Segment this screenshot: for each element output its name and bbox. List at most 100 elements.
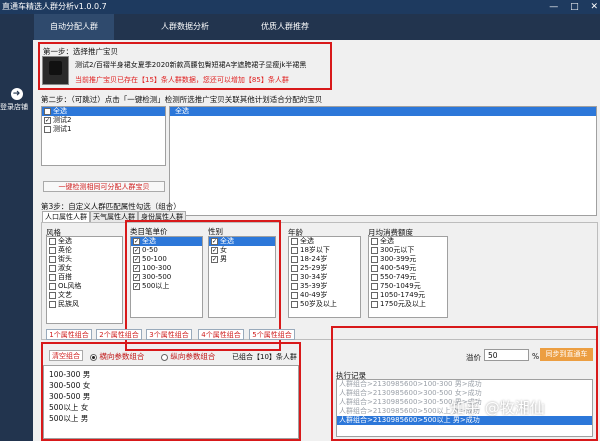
checkbox[interactable]: [49, 292, 56, 299]
checkbox[interactable]: ✓: [133, 274, 140, 281]
tab-population[interactable]: 人口属性人群: [42, 211, 90, 222]
list-item[interactable]: 50岁及以上: [289, 300, 360, 309]
minimize-button[interactable]: —: [549, 2, 558, 12]
checkbox[interactable]: [371, 265, 378, 272]
checkbox[interactable]: [291, 274, 298, 281]
price-list[interactable]: ✓ 全选 ✓ 0-50 ✓ 50-100 ✓ 100-300 ✓ 300-500 ✓ 500…: [130, 236, 203, 318]
checkbox[interactable]: [49, 238, 56, 245]
product-thumbnail[interactable]: [42, 56, 69, 85]
close-button[interactable]: ✕: [590, 2, 598, 12]
age-list[interactable]: 全选 18岁以下 18-24岁 25-29岁 30-34岁 35-39岁 40-…: [288, 236, 361, 318]
radio-horizontal[interactable]: 横向参数组合: [90, 351, 144, 362]
combo-5-button[interactable]: 5个属性组合: [249, 329, 295, 340]
checkbox[interactable]: [291, 256, 298, 263]
sync-to-ztc-button[interactable]: 同步到直通车: [540, 348, 593, 361]
login-store-button[interactable]: ➜ 登录店铺: [0, 88, 33, 111]
checkbox[interactable]: ✓: [211, 256, 218, 263]
bid-input[interactable]: 50: [484, 349, 529, 361]
detect-button[interactable]: 一键检测相同可分配人群宝贝: [43, 181, 165, 192]
list-item[interactable]: ✓ 测试2: [42, 116, 165, 125]
checkbox[interactable]: [371, 292, 378, 299]
gender-list[interactable]: ✓ 全选 ✓ 女 ✓ 男: [208, 236, 276, 318]
checkbox[interactable]: ✓: [133, 238, 140, 245]
list-item[interactable]: OL风格: [47, 282, 122, 291]
list-item[interactable]: ✓ 100-300: [131, 264, 202, 273]
list-item[interactable]: 40-49岁: [289, 291, 360, 300]
checkbox[interactable]: [49, 274, 56, 281]
tab-auto-assign[interactable]: 自动分配人群: [34, 14, 114, 40]
checkbox[interactable]: [371, 301, 378, 308]
combo-3-button[interactable]: 3个属性组合: [146, 329, 192, 340]
checkbox[interactable]: [49, 247, 56, 254]
checkbox[interactable]: ✓: [211, 238, 218, 245]
list-item[interactable]: ✓ 男: [209, 255, 275, 264]
checkbox[interactable]: [49, 265, 56, 272]
checkbox[interactable]: [291, 265, 298, 272]
list-item[interactable]: 全选: [170, 107, 596, 116]
list-item[interactable]: ✓ 50-100: [131, 255, 202, 264]
checkbox[interactable]: ✓: [133, 247, 140, 254]
checkbox[interactable]: [291, 301, 298, 308]
clear-combination-button[interactable]: 清空组合: [49, 350, 83, 361]
list-item[interactable]: 30-34岁: [289, 273, 360, 282]
checkbox[interactable]: [371, 238, 378, 245]
list-item[interactable]: ✓ 全选: [131, 237, 202, 246]
list-item[interactable]: 1750元及以上: [369, 300, 447, 309]
list-item[interactable]: 全选: [289, 237, 360, 246]
checkbox[interactable]: [291, 238, 298, 245]
list-item[interactable]: 300-399元: [369, 255, 447, 264]
list-item[interactable]: 550-749元: [369, 273, 447, 282]
list-item[interactable]: 300元以下: [369, 246, 447, 255]
list-item[interactable]: 全选: [42, 107, 165, 116]
list-item[interactable]: 百搭: [47, 273, 122, 282]
checkbox[interactable]: ✓: [44, 117, 51, 124]
tab-recommend[interactable]: 优质人群推荐: [245, 14, 325, 40]
list-item[interactable]: 文艺: [47, 291, 122, 300]
radio-vertical[interactable]: 纵向参数组合: [161, 351, 215, 362]
list-item[interactable]: 民族风: [47, 300, 122, 309]
related-product-list[interactable]: 全选: [169, 106, 597, 216]
list-item[interactable]: 全选: [369, 237, 447, 246]
checkbox[interactable]: [49, 283, 56, 290]
checkbox[interactable]: [371, 283, 378, 290]
list-item[interactable]: 测试1: [42, 125, 165, 134]
list-item[interactable]: 英伦: [47, 246, 122, 255]
checkbox[interactable]: [371, 247, 378, 254]
checkbox[interactable]: ✓: [211, 247, 218, 254]
checkbox[interactable]: [371, 256, 378, 263]
list-item[interactable]: ✓ 女: [209, 246, 275, 255]
list-item[interactable]: 400-549元: [369, 264, 447, 273]
checkbox[interactable]: [291, 247, 298, 254]
combo-2-button[interactable]: 2个属性组合: [96, 329, 142, 340]
list-item[interactable]: ✓ 0-50: [131, 246, 202, 255]
checkbox[interactable]: [49, 256, 56, 263]
list-item[interactable]: 街头: [47, 255, 122, 264]
list-item[interactable]: 35-39岁: [289, 282, 360, 291]
list-item[interactable]: ✓ 500以上: [131, 282, 202, 291]
list-item[interactable]: 750-1049元: [369, 282, 447, 291]
list-item[interactable]: 1050-1749元: [369, 291, 447, 300]
maximize-button[interactable]: □: [570, 2, 579, 12]
list-item[interactable]: 18岁以下: [289, 246, 360, 255]
checkbox[interactable]: ✓: [133, 265, 140, 272]
radio-dot[interactable]: [90, 353, 97, 361]
checkbox[interactable]: ✓: [133, 283, 140, 290]
list-item[interactable]: 全选: [47, 237, 122, 246]
checkbox[interactable]: [291, 292, 298, 299]
combo-1-button[interactable]: 1个属性组合: [46, 329, 92, 340]
list-item[interactable]: ✓ 300-500: [131, 273, 202, 282]
checkbox[interactable]: [44, 126, 51, 133]
checkbox[interactable]: [49, 301, 56, 308]
checkbox[interactable]: [291, 283, 298, 290]
radio-dot[interactable]: [161, 353, 168, 361]
plan-product-list[interactable]: 全选 ✓ 测试2 测试1: [41, 106, 166, 166]
spending-list[interactable]: 全选 300元以下 300-399元 400-549元 550-749元 750…: [368, 236, 448, 318]
list-item[interactable]: ✓ 全选: [209, 237, 275, 246]
list-item[interactable]: 淑女: [47, 264, 122, 273]
tab-data-analysis[interactable]: 人群数据分析: [145, 14, 225, 40]
style-list[interactable]: 全选 英伦 街头 淑女 百搭 OL风格 文艺 民族风: [46, 236, 123, 324]
list-item[interactable]: 25-29岁: [289, 264, 360, 273]
checkbox[interactable]: ✓: [133, 256, 140, 263]
list-item[interactable]: 18-24岁: [289, 255, 360, 264]
checkbox[interactable]: [44, 108, 51, 115]
